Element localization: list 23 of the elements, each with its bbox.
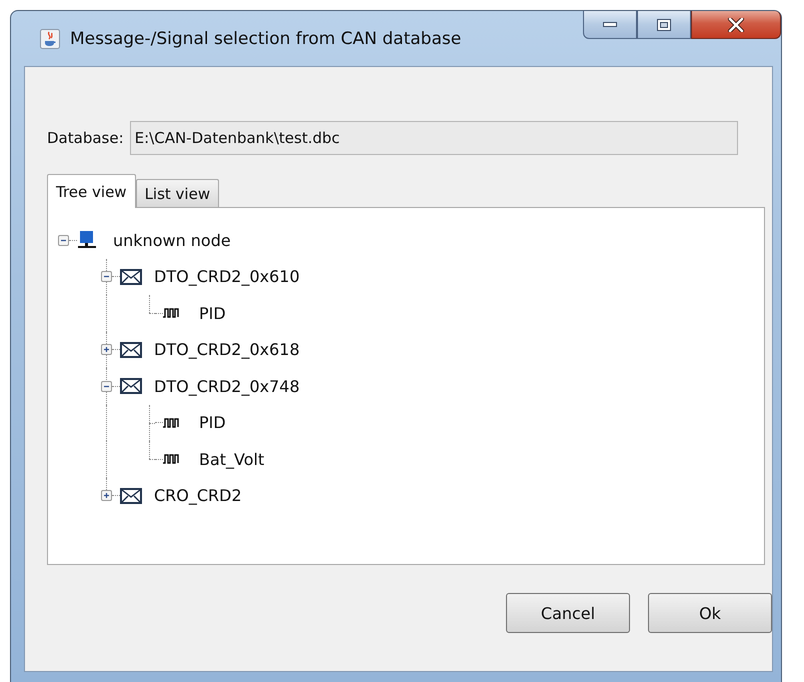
tree-item[interactable]: CRO_CRD2 [58,478,764,514]
database-path-field[interactable]: E:\CAN-Datenbank\test.dbc [130,121,738,155]
tree-item-label: Bat_Volt [199,450,264,469]
tree-item-label: PID [199,413,226,432]
tree-item-label: unknown node [113,230,231,250]
tree-item[interactable]: DTO_CRD2_0x748 [58,368,764,404]
tree-item[interactable]: Bat_Volt [58,441,764,478]
tree-item-label: CRO_CRD2 [154,486,242,506]
database-label: Database: [47,129,124,147]
tab[interactable]: Tree view [47,174,136,208]
tree-item-label: PID [199,304,226,323]
tree-item-label: DTO_CRD2_0x610 [154,267,300,286]
window-title: Message-/Signal selection from CAN database [70,28,462,48]
tree-item[interactable]: DTO_CRD2_0x618 [58,332,764,368]
tree-item[interactable]: unknown node [58,222,764,258]
tree-item[interactable]: PID [58,295,764,332]
tab[interactable]: List view [136,179,220,207]
tree-item[interactable]: PID [58,404,764,441]
tree-item[interactable]: DTO_CRD2_0x610 [58,258,764,295]
cancel-button[interactable]: Cancel [506,593,630,633]
tree-item-label: DTO_CRD2_0x748 [154,376,300,396]
ok-button[interactable]: Ok [648,593,772,633]
tree-item-label: DTO_CRD2_0x618 [154,340,300,360]
